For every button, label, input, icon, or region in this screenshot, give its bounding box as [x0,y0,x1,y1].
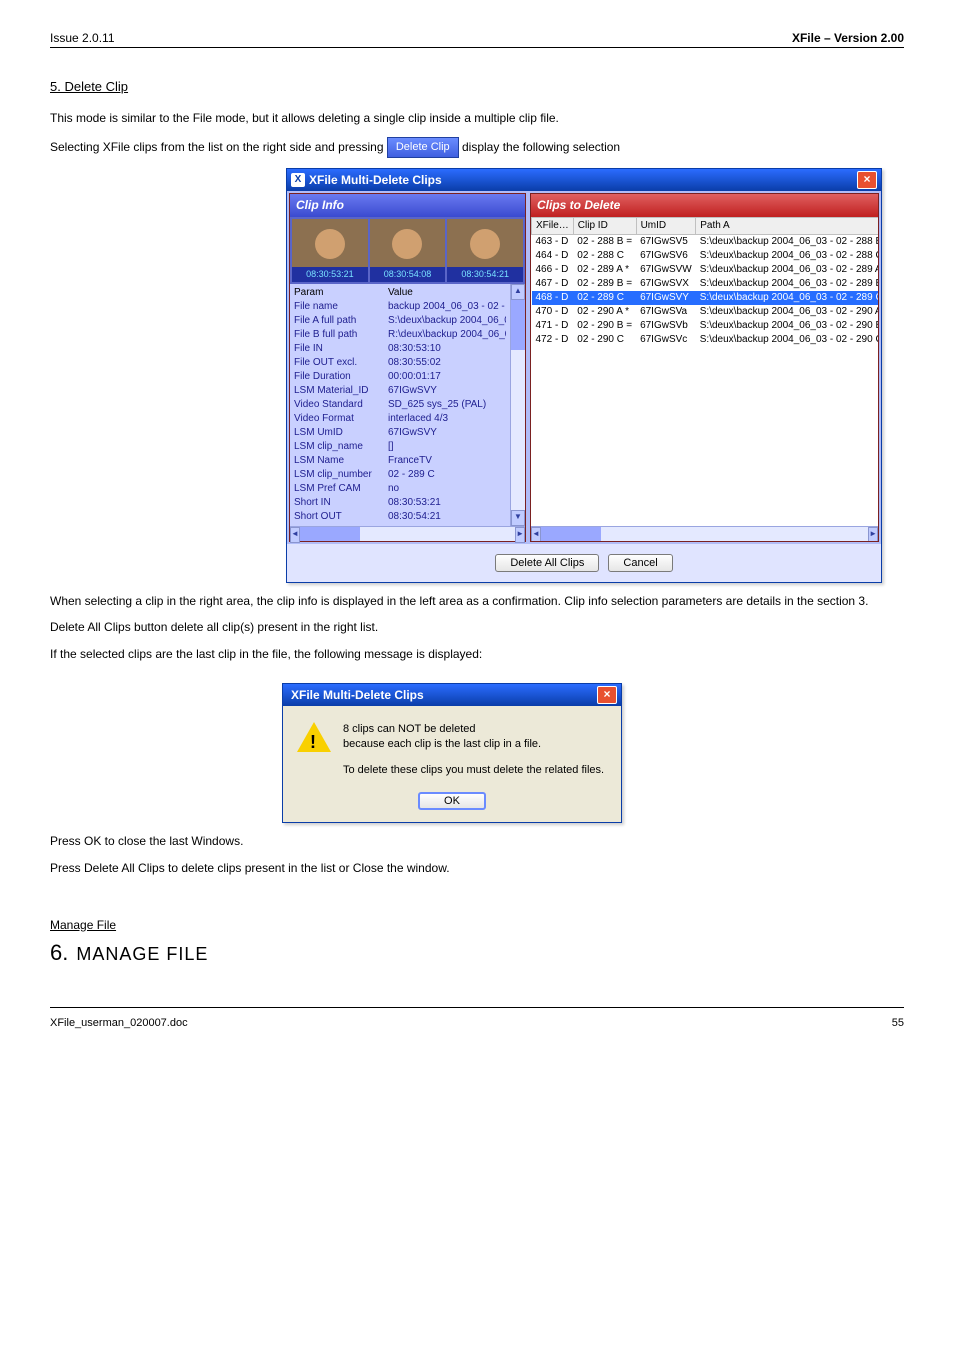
scroll-right-icon[interactable]: ► [868,527,878,541]
window-footer: Delete All Clips Cancel [287,544,881,582]
table-row[interactable]: 472 - D02 - 290 C67IGwSVcS:\deux\backup … [532,333,879,347]
manage-file-subhead: Manage File [50,917,904,934]
window-title: XFile Multi-Delete Clips [309,172,442,189]
xfile-multi-delete-window: X XFile Multi-Delete Clips × Clip Info 0… [286,168,882,582]
para-button-pre: Selecting XFile clips from the list on t… [50,140,387,154]
para-lastclip: If the selected clips are the last clip … [50,646,904,663]
header-issue: Issue 2.0.11 [50,30,115,47]
dialog-title: XFile Multi-Delete Clips [291,687,424,704]
warning-icon [297,722,331,756]
dialog-message: 8 clips can NOT be deleted because each … [343,722,607,778]
table-row[interactable]: 470 - D02 - 290 A *67IGwSVaS:\deux\backu… [532,305,879,319]
section-title: 5. Delete Clip [50,78,904,96]
para-button-post: display the following selection [462,140,620,154]
scroll-left-icon[interactable]: ◄ [290,527,300,543]
clips-grid[interactable]: XFile…Clip IDUmIDPath A 463 - D02 - 288 … [531,217,878,541]
para-end2: Press Delete All Clips to delete clips p… [50,860,904,877]
thumbnail[interactable] [447,219,523,267]
scroll-down-icon[interactable]: ▼ [511,510,525,526]
header-product: XFile – Version 2.00 [792,30,904,47]
close-icon[interactable]: × [857,171,877,189]
param-name-column: Param File nameFile A full pathFile B fu… [290,284,384,526]
scroll-left-icon[interactable]: ◄ [531,527,541,541]
vertical-scrollbar[interactable]: ▲ ▼ [510,284,525,526]
table-row[interactable]: 464 - D02 - 288 C67IGwSV6S:\deux\backup … [532,249,879,263]
para-intro: This mode is similar to the File mode, b… [50,110,904,127]
app-icon: X [291,173,305,187]
grid-header-row[interactable]: XFile…Clip IDUmIDPath A [532,217,879,234]
dialog-titlebar[interactable]: XFile Multi-Delete Clips × [283,684,621,706]
footer-page-number: 55 [892,1016,904,1031]
table-row[interactable]: 466 - D02 - 289 A *67IGwSVWS:\deux\backu… [532,263,879,277]
horizontal-scrollbar[interactable]: ◄ ► [531,526,878,541]
scroll-up-icon[interactable]: ▲ [511,284,525,300]
close-icon[interactable]: × [597,686,617,704]
footer-filename: XFile_userman_020007.doc [50,1016,188,1031]
ok-button[interactable]: OK [418,792,486,810]
para-delete-all: Delete All Clips button delete all clip(… [50,619,904,636]
thumb-timecode: 08:30:54:08 [370,267,446,282]
para-explain: When selecting a clip in the right area,… [50,593,904,610]
table-row-selected[interactable]: 468 - D02 - 289 C67IGwSVYS:\deux\backup … [532,291,879,305]
table-row[interactable]: 471 - D02 - 290 B =67IGwSVbS:\deux\backu… [532,319,879,333]
table-row[interactable]: 463 - D02 - 288 B =67IGwSV5S:\deux\backu… [532,234,879,249]
thumb-timecode: 08:30:53:21 [292,267,368,282]
thumbnail-strip: 08:30:53:21 08:30:54:08 08:30:54:21 [290,217,525,284]
thumbnail[interactable] [292,219,368,267]
cancel-button[interactable]: Cancel [608,554,672,572]
clips-to-delete-pane: Clips to Delete XFile…Clip IDUmIDPath A … [530,193,879,541]
clip-info-title: Clip Info [290,194,525,217]
clips-to-delete-title: Clips to Delete [531,194,878,217]
clip-info-pane: Clip Info 08:30:53:21 08:30:54:08 08:30:… [289,193,526,541]
delete-clip-inline-button: Delete Clip [387,137,459,158]
window-titlebar[interactable]: X XFile Multi-Delete Clips × [287,169,881,191]
para-end1: Press OK to close the last Windows. [50,833,904,850]
delete-all-clips-button[interactable]: Delete All Clips [495,554,599,572]
thumb-timecode: 08:30:54:21 [447,267,523,282]
warning-dialog: XFile Multi-Delete Clips × 8 clips can N… [282,683,622,823]
scroll-right-icon[interactable]: ► [515,527,525,543]
thumbnail[interactable] [370,219,446,267]
para-button-ref: Selecting XFile clips from the list on t… [50,137,904,158]
param-value-column: Value backup 2004_06_03 - 02 - 289 C.mxf… [384,284,510,526]
horizontal-scrollbar[interactable]: ◄ ► [290,526,525,541]
manage-file-heading: 6. MANAGE FILE [50,942,904,967]
table-row[interactable]: 467 - D02 - 289 B =67IGwSVXS:\deux\backu… [532,277,879,291]
